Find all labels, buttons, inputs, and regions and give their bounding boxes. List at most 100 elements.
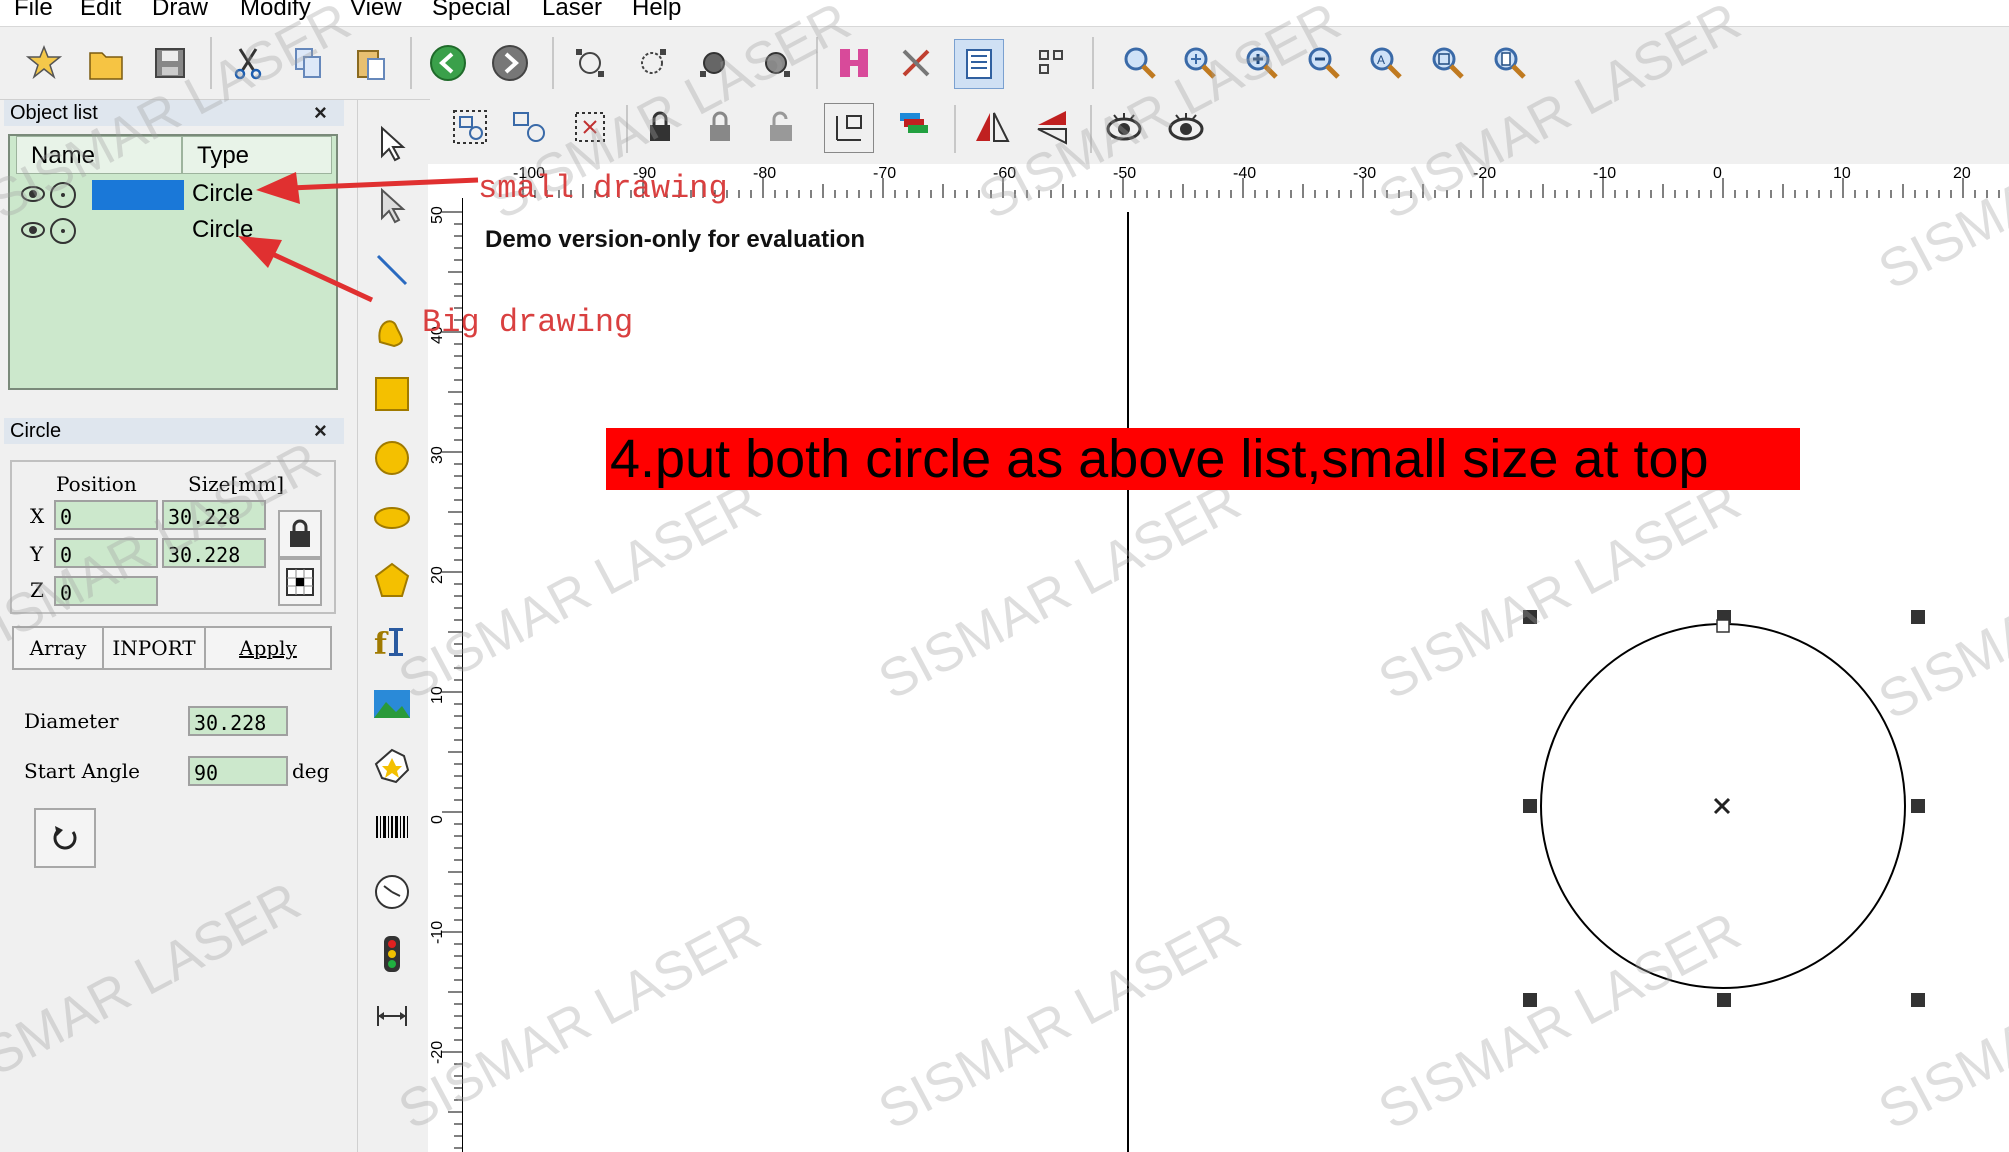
- selection-handle[interactable]: [1523, 610, 1537, 624]
- node-add-icon[interactable]: [628, 39, 676, 87]
- lock-icon[interactable]: [636, 103, 684, 151]
- copy-icon[interactable]: [284, 39, 332, 87]
- mirror-horizontal-icon[interactable]: [968, 103, 1016, 151]
- selection-handle[interactable]: [1523, 799, 1537, 813]
- list-item-name: [92, 180, 184, 210]
- list-item[interactable]: Circle: [16, 178, 332, 212]
- svg-text:f: f: [374, 627, 389, 662]
- io-signal-icon[interactable]: [368, 930, 416, 978]
- inport-button[interactable]: INPORT: [102, 626, 206, 670]
- zoom-out-icon[interactable]: [1300, 39, 1348, 87]
- array-button[interactable]: Array: [12, 626, 104, 670]
- selection-handle[interactable]: [1911, 799, 1925, 813]
- diameter-field[interactable]: 30.228: [188, 706, 288, 736]
- ruler-label: -70: [873, 165, 896, 182]
- menu-draw[interactable]: Draw: [152, 0, 208, 22]
- column-header-name[interactable]: Name: [16, 136, 182, 174]
- show-icon[interactable]: [1100, 103, 1148, 151]
- mirror-vertical-icon[interactable]: [1028, 103, 1076, 151]
- back-icon[interactable]: [424, 39, 472, 87]
- menu-help[interactable]: Help: [632, 0, 681, 22]
- pointer-icon[interactable]: [368, 120, 416, 168]
- properties-icon[interactable]: [954, 39, 1004, 89]
- menu-file[interactable]: File: [14, 0, 53, 22]
- visibility-eye-icon[interactable]: [20, 182, 46, 211]
- node-edit-icon[interactable]: [566, 39, 614, 87]
- zoom-in-icon[interactable]: [1238, 39, 1286, 87]
- menu-modify[interactable]: Modify: [240, 0, 311, 22]
- zoom-page-icon[interactable]: [1486, 39, 1534, 87]
- rectangle-icon[interactable]: [368, 370, 416, 418]
- big-drawing-annotation: Big drawing: [422, 304, 634, 341]
- paste-icon[interactable]: [346, 39, 394, 87]
- drawing-canvas[interactable]: Demo version-only for evaluation: [463, 198, 2009, 1152]
- curve-icon[interactable]: [368, 308, 416, 356]
- menu-edit[interactable]: Edit: [80, 0, 121, 22]
- hatch-icon[interactable]: [830, 39, 878, 87]
- unlock-icon[interactable]: [696, 103, 744, 151]
- z-position-field[interactable]: 0: [54, 576, 158, 606]
- selection-handle[interactable]: [1911, 610, 1925, 624]
- selection-handle[interactable]: [1717, 993, 1731, 1007]
- menu-bar: File Edit Draw Modify View Special Laser…: [0, 0, 2009, 27]
- y-size-field[interactable]: 30.228: [162, 538, 266, 568]
- menu-special[interactable]: Special: [432, 0, 511, 22]
- circle-object-icon: [48, 216, 78, 251]
- vector-file-icon[interactable]: [368, 742, 416, 790]
- node-select-icon[interactable]: [368, 182, 416, 230]
- circle-icon[interactable]: [368, 434, 416, 482]
- new-file-icon[interactable]: [20, 39, 68, 87]
- ruler-label: 0: [1713, 165, 1722, 182]
- list-item[interactable]: Circle: [16, 214, 332, 248]
- cut-icon[interactable]: [224, 39, 272, 87]
- ungroup-icon[interactable]: [506, 103, 554, 151]
- y-position-field[interactable]: 0: [54, 538, 158, 568]
- menu-laser[interactable]: Laser: [542, 0, 602, 22]
- node-join-icon[interactable]: [752, 39, 800, 87]
- select-mode-icon[interactable]: [566, 103, 614, 151]
- menu-view[interactable]: View: [350, 0, 402, 22]
- open-file-icon[interactable]: [82, 39, 130, 87]
- start-point-marker: [1716, 619, 1730, 633]
- forward-icon[interactable]: [486, 39, 534, 87]
- hide-icon[interactable]: [1162, 103, 1210, 151]
- barcode-icon[interactable]: [368, 806, 416, 854]
- lock-ratio-icon[interactable]: [278, 510, 322, 558]
- text-icon[interactable]: f: [368, 618, 416, 666]
- align-icon[interactable]: [1030, 39, 1078, 87]
- direction-toggle-icon[interactable]: [34, 808, 96, 868]
- selection-handle[interactable]: [1911, 993, 1925, 1007]
- polygon-icon[interactable]: [368, 556, 416, 604]
- group-icon[interactable]: [446, 103, 494, 151]
- visibility-eye-icon[interactable]: [20, 218, 46, 247]
- line-icon[interactable]: [368, 246, 416, 294]
- tools-icon[interactable]: [892, 39, 940, 87]
- ruler-label: 30: [429, 446, 446, 464]
- column-header-type[interactable]: Type: [182, 136, 332, 174]
- unlock-all-icon[interactable]: [756, 103, 804, 151]
- zoom-window-icon[interactable]: [1176, 39, 1224, 87]
- apply-button[interactable]: Apply: [204, 626, 332, 670]
- color-layers-icon[interactable]: [892, 103, 940, 151]
- ruler-label: -20: [1473, 165, 1496, 182]
- zoom-all-icon[interactable]: A: [1362, 39, 1410, 87]
- start-angle-field[interactable]: 90: [188, 756, 288, 786]
- bitmap-icon[interactable]: [368, 680, 416, 728]
- svg-text:A: A: [1377, 53, 1385, 67]
- zoom-selected-icon[interactable]: [1424, 39, 1472, 87]
- selection-handle[interactable]: [1523, 993, 1537, 1007]
- close-icon[interactable]: ×: [314, 418, 327, 444]
- x-position-field[interactable]: 0: [54, 500, 158, 530]
- anchor-point-icon[interactable]: [278, 558, 322, 606]
- node-delete-icon[interactable]: [690, 39, 738, 87]
- ellipse-icon[interactable]: [368, 494, 416, 542]
- zoom-icon[interactable]: [1116, 39, 1164, 87]
- toolbar-separator: [552, 37, 554, 89]
- timer-icon[interactable]: [368, 868, 416, 916]
- motion-icon[interactable]: [368, 992, 416, 1040]
- save-icon[interactable]: [146, 39, 194, 87]
- origin-icon[interactable]: [824, 103, 874, 153]
- list-item-type: Circle: [192, 216, 254, 243]
- x-size-field[interactable]: 30.228: [162, 500, 266, 530]
- close-icon[interactable]: ×: [314, 100, 327, 126]
